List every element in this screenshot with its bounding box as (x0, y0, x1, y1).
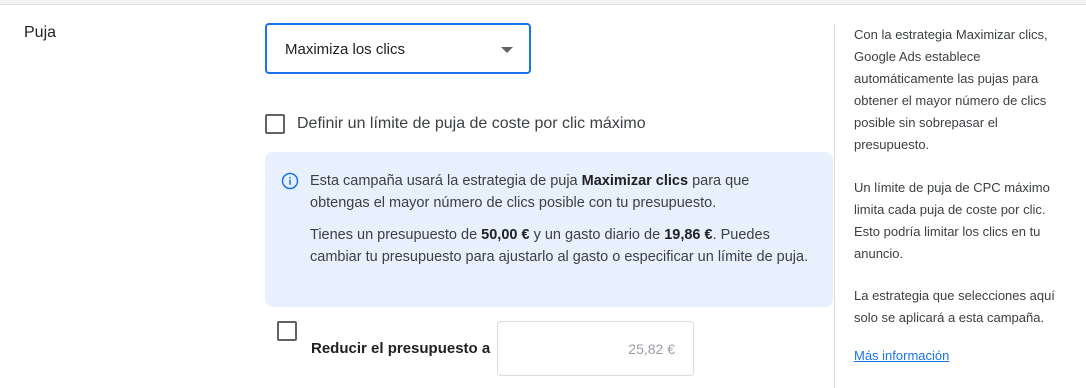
section-title: Puja (24, 24, 57, 41)
budget-amount: 50,00 € (481, 227, 530, 243)
info-paragraph-strategy: Esta campaña usará la estrategia de puja… (310, 170, 810, 214)
reduce-budget-label[interactable]: Reducir el presupuesto a (311, 340, 490, 357)
info-text-segment: Esta campaña usará la estrategia de puja (310, 173, 582, 189)
bid-strategy-select[interactable]: Maximiza los clics (265, 23, 531, 74)
help-paragraph-strategy: Con la estrategia Maximizar clics, Googl… (854, 27, 1048, 152)
sidebar-divider (834, 24, 835, 388)
reduce-budget-input[interactable] (497, 321, 694, 376)
learn-more-link[interactable]: Más información (854, 348, 949, 363)
reduce-budget-checkbox[interactable] (277, 321, 297, 341)
top-divider (0, 0, 1086, 5)
info-icon (281, 172, 299, 190)
info-text-segment: y un gasto diario de (529, 227, 665, 243)
info-paragraph-budget: Tienes un presupuesto de 50,00 € y un ga… (310, 224, 810, 268)
info-text-segment: Tienes un presupuesto de (310, 227, 482, 243)
help-paragraph-cpc-limit: Un límite de puja de CPC máximo limita c… (854, 180, 1050, 261)
daily-spend-amount: 19,86 € (664, 227, 713, 243)
strategy-name: Maximizar clics (581, 173, 689, 189)
max-cpc-checkbox[interactable] (265, 114, 285, 134)
help-paragraph-scope: La estrategia que selecciones aquí solo … (854, 288, 1055, 325)
info-notice: Esta campaña usará la estrategia de puja… (265, 152, 833, 307)
chevron-down-icon (501, 47, 513, 53)
max-cpc-checkbox-label[interactable]: Definir un límite de puja de coste por c… (297, 115, 646, 133)
bid-strategy-value: Maximiza los clics (285, 41, 406, 58)
